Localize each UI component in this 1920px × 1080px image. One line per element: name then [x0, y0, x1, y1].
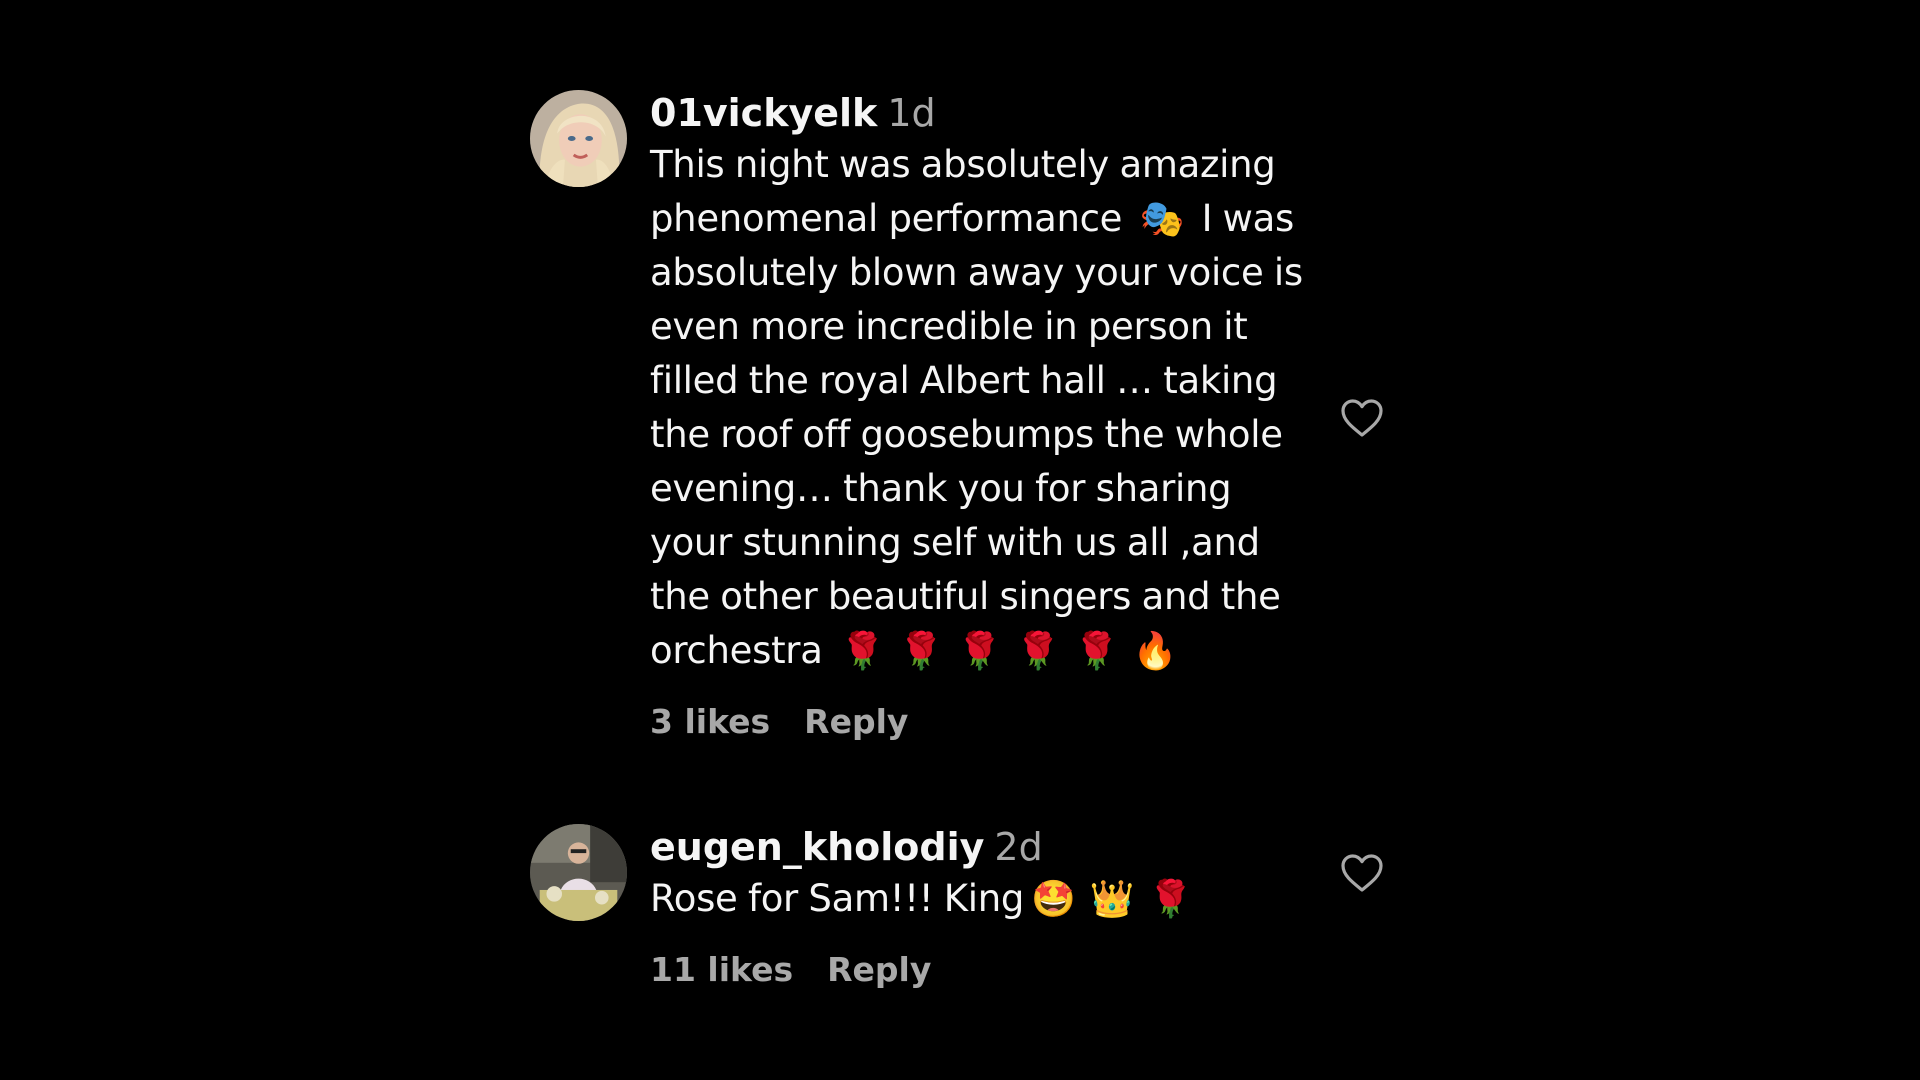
heart-outline-icon	[1341, 854, 1383, 892]
reply-button[interactable]: Reply	[804, 702, 908, 741]
username-link[interactable]: 01vickyelk	[650, 91, 877, 135]
like-button[interactable]	[1338, 849, 1386, 897]
comment-meta: 11 likes Reply	[650, 948, 1320, 992]
comment-item: eugen_kholodiy 2d Rose for Sam!!! King 🤩 👑 🌹…	[530, 822, 1400, 992]
comment-header: 01vickyelk 1d	[650, 88, 1320, 138]
rose-emoji-icon: 🌹	[1148, 879, 1193, 920]
comment-text-part: I was absolutely blown away your voice i…	[650, 197, 1303, 672]
avatar-blonde-woman-icon	[530, 90, 627, 187]
likes-count[interactable]: 3 likes	[650, 702, 770, 741]
comment-item: 01vickyelk 1d This night was absolutely a…	[530, 88, 1400, 744]
comment-meta: 3 likes Reply	[650, 700, 1320, 744]
theater-masks-emoji-icon: 🎭	[1139, 199, 1185, 240]
comment-age: 2d	[994, 825, 1043, 869]
heart-outline-icon	[1341, 399, 1383, 437]
rose-emoji-icon: 🌹	[1015, 631, 1061, 672]
likes-count[interactable]: 11 likes	[650, 950, 793, 989]
comment-text: This night was absolutely amazing phenom…	[650, 138, 1320, 678]
star-struck-emoji-icon: 🤩	[1031, 879, 1076, 920]
comment-thread: 01vickyelk 1d This night was absolutely a…	[530, 88, 1400, 992]
comment-age: 1d	[887, 91, 936, 135]
comment-text: Rose for Sam!!! King 🤩 👑 🌹	[650, 872, 1320, 926]
username-link[interactable]: eugen_kholodiy	[650, 825, 984, 869]
rose-emoji-icon: 🌹	[840, 631, 885, 672]
comment-body: 01vickyelk 1d This night was absolutely a…	[650, 88, 1320, 744]
comment-header: eugen_kholodiy 2d	[650, 822, 1320, 872]
reply-button[interactable]: Reply	[827, 950, 931, 989]
rose-emoji-icon: 🌹	[957, 631, 1002, 672]
rose-emoji-icon: 🌹	[898, 631, 944, 672]
avatar[interactable]	[530, 90, 627, 187]
avatar-man-seated-icon	[530, 824, 627, 921]
fire-emoji-icon: 🔥	[1132, 631, 1178, 672]
rose-emoji-icon: 🌹	[1074, 631, 1119, 672]
comment-body: eugen_kholodiy 2d Rose for Sam!!! King 🤩 👑 🌹…	[650, 822, 1320, 992]
comment-text-part: Rose for Sam!!! King	[650, 877, 1025, 920]
avatar[interactable]	[530, 824, 627, 921]
like-button[interactable]	[1338, 394, 1386, 442]
crown-emoji-icon: 👑	[1089, 879, 1135, 920]
